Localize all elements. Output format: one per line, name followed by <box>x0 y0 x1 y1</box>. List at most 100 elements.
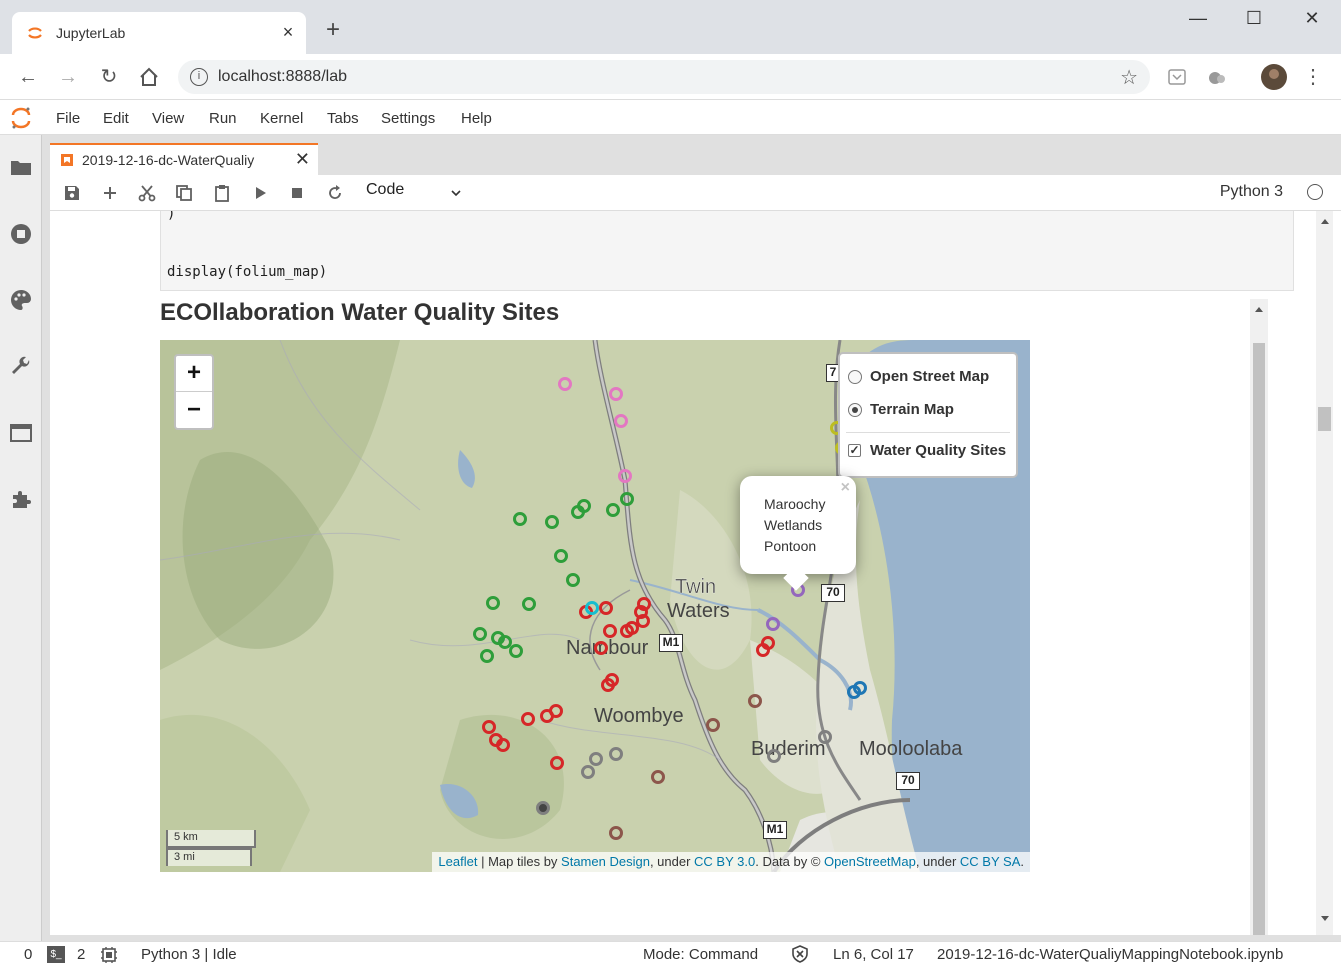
forward-icon[interactable]: → <box>55 64 81 90</box>
site-marker-pink[interactable] <box>609 387 623 401</box>
minimize-icon[interactable]: — <box>1178 8 1218 29</box>
site-marker-green[interactable] <box>513 512 527 526</box>
insert-cell-icon[interactable] <box>100 183 120 203</box>
site-marker-gray[interactable] <box>767 749 781 763</box>
folium-map[interactable]: Twin Waters Nambour Woombye Buderim Mool… <box>160 340 1030 872</box>
extension-cloud-icon[interactable] <box>1206 66 1228 88</box>
home-icon[interactable] <box>136 64 162 90</box>
site-marker-pink[interactable] <box>618 469 632 483</box>
stop-icon[interactable] <box>287 183 307 203</box>
site-marker-green[interactable] <box>486 596 500 610</box>
profile-avatar[interactable] <box>1260 63 1288 91</box>
site-marker-brown[interactable] <box>651 770 665 784</box>
popup-close-icon[interactable]: × <box>841 479 850 497</box>
trust-shield-icon[interactable] <box>791 945 809 963</box>
output-scrollbar[interactable] <box>1250 299 1268 935</box>
site-marker-red[interactable] <box>599 601 613 615</box>
site-marker-gray[interactable] <box>536 801 550 815</box>
terminal-icon[interactable]: $_ <box>47 946 65 963</box>
back-icon[interactable]: ← <box>15 64 41 90</box>
copy-icon[interactable] <box>174 183 194 203</box>
zoom-out-button[interactable]: − <box>176 393 212 429</box>
palette-icon[interactable] <box>9 288 33 312</box>
notebook-scrollbar[interactable] <box>1316 211 1333 935</box>
site-marker-brown[interactable] <box>609 826 623 840</box>
menu-file[interactable]: File <box>56 110 80 127</box>
ccby-link[interactable]: CC BY 3.0 <box>694 854 755 869</box>
site-marker-green[interactable] <box>522 597 536 611</box>
checkbox-sites[interactable]: ✓ <box>848 444 861 457</box>
url-text[interactable]: localhost:8888/lab <box>218 68 347 86</box>
site-marker-red[interactable] <box>550 756 564 770</box>
extension-manager-icon[interactable] <box>9 487 33 511</box>
zoom-in-button[interactable]: + <box>176 356 212 392</box>
site-marker-red[interactable] <box>603 624 617 638</box>
cell-type-select[interactable]: Code <box>366 181 466 205</box>
site-marker-gray[interactable] <box>581 765 595 779</box>
wrench-icon[interactable] <box>9 355 33 379</box>
site-marker-brown[interactable] <box>748 694 762 708</box>
scroll-up-icon[interactable] <box>1254 305 1264 313</box>
reload-icon[interactable]: ↻ <box>96 64 122 90</box>
site-marker-green[interactable] <box>473 627 487 641</box>
site-info-icon[interactable]: i <box>190 68 208 86</box>
browser-tab[interactable]: JupyterLab × <box>12 12 306 54</box>
site-marker-pink[interactable] <box>558 377 572 391</box>
kernel-chip-icon[interactable] <box>100 946 118 964</box>
site-marker-purple[interactable] <box>766 617 780 631</box>
site-marker-gray[interactable] <box>589 752 603 766</box>
code-cell-input[interactable]: ) display(folium_map) <box>160 211 1294 291</box>
ccbysa-link[interactable]: CC BY SA <box>960 854 1020 869</box>
browser-menu-icon[interactable]: ⋮ <box>1300 64 1326 90</box>
osm-link[interactable]: OpenStreetMap <box>824 854 916 869</box>
scroll-up-icon[interactable] <box>1320 217 1330 225</box>
site-marker-red[interactable] <box>549 704 563 718</box>
running-sessions-icon[interactable] <box>9 222 33 246</box>
site-marker-red[interactable] <box>521 712 535 726</box>
site-marker-green[interactable] <box>545 515 559 529</box>
menu-view[interactable]: View <box>152 110 184 127</box>
site-marker-green[interactable] <box>620 492 634 506</box>
tabs-icon[interactable] <box>9 421 33 445</box>
address-bar[interactable]: i localhost:8888/lab ☆ <box>178 60 1150 94</box>
radio-terrain[interactable] <box>848 403 862 417</box>
maximize-icon[interactable]: ☐ <box>1234 8 1274 29</box>
site-marker-brown[interactable] <box>706 718 720 732</box>
stamen-link[interactable]: Stamen Design <box>561 854 650 869</box>
site-marker-green[interactable] <box>509 644 523 658</box>
file-browser-icon[interactable] <box>9 155 33 179</box>
cursor-position[interactable]: Ln 6, Col 17 <box>833 946 914 963</box>
menu-settings[interactable]: Settings <box>381 110 435 127</box>
output-scroll-thumb[interactable] <box>1253 343 1265 935</box>
notebook-scroll-thumb[interactable] <box>1318 407 1331 431</box>
menu-help[interactable]: Help <box>461 110 492 127</box>
kernel-count[interactable]: 2 <box>77 946 85 963</box>
menu-edit[interactable]: Edit <box>103 110 129 127</box>
extension-pocket-icon[interactable] <box>1166 66 1188 88</box>
site-marker-green[interactable] <box>554 549 568 563</box>
menu-run[interactable]: Run <box>209 110 237 127</box>
notebook-tab[interactable]: 2019-12-16-dc-WaterQualiy ✕ <box>50 143 318 175</box>
site-marker-green[interactable] <box>606 503 620 517</box>
run-icon[interactable] <box>250 183 270 203</box>
window-close-icon[interactable]: ✕ <box>1292 8 1332 29</box>
radio-osm[interactable] <box>848 370 862 384</box>
tab-close-icon[interactable]: × <box>278 22 298 42</box>
terminal-count[interactable]: 0 <box>24 946 32 963</box>
site-marker-red[interactable] <box>482 720 496 734</box>
bookmark-star-icon[interactable]: ☆ <box>1120 65 1138 90</box>
save-icon[interactable] <box>62 183 82 203</box>
restart-icon[interactable] <box>325 183 345 203</box>
site-marker-green[interactable] <box>566 573 580 587</box>
cut-icon[interactable] <box>137 183 157 203</box>
site-marker-green[interactable] <box>480 649 494 663</box>
new-tab-icon[interactable]: + <box>326 18 340 42</box>
kernel-name[interactable]: Python 3 <box>1220 183 1283 201</box>
site-marker-gray[interactable] <box>818 730 832 744</box>
paste-icon[interactable] <box>212 183 232 203</box>
site-marker-pink[interactable] <box>614 414 628 428</box>
scroll-down-icon[interactable] <box>1320 915 1330 923</box>
menu-kernel[interactable]: Kernel <box>260 110 303 127</box>
menu-tabs[interactable]: Tabs <box>327 110 359 127</box>
site-marker-gray[interactable] <box>609 747 623 761</box>
